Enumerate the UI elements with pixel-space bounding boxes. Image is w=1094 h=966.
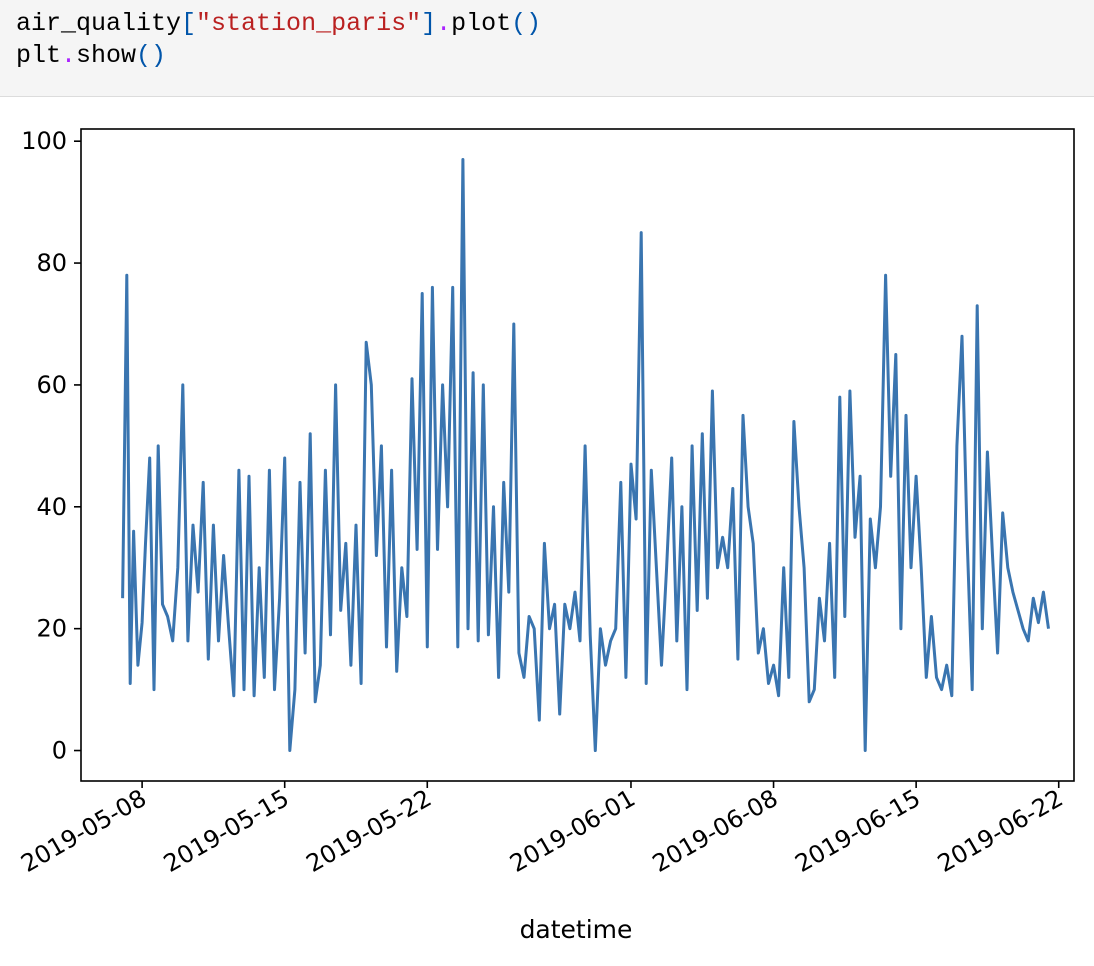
code-line-1: air_quality["station_paris"].plot() (16, 8, 1094, 40)
series-line-0 (121, 158, 1050, 752)
x-tick-label: 2019-05-08 (16, 784, 151, 878)
code-token-dot: . (61, 41, 77, 70)
code-cell[interactable]: air_quality["station_paris"].plot() plt.… (0, 0, 1094, 97)
y-tick-label: 80 (36, 249, 67, 277)
line-chart: 0 20 40 60 80 100 2019-05-08 2019-05-15 2019-05-… (16, 127, 1075, 944)
y-tick-label: 100 (21, 127, 67, 155)
y-tick-label: 40 (36, 493, 67, 521)
code-token-method: plot (451, 9, 512, 38)
code-token-dot: . (436, 9, 452, 38)
x-tick-label: 2019-05-22 (301, 784, 436, 878)
output-area: 0 20 40 60 80 100 2019-05-08 2019-05-15 2019-05-… (0, 98, 1094, 966)
x-tick-label: 2019-06-22 (933, 784, 1068, 878)
x-tick-label: 2019-06-01 (505, 784, 640, 878)
x-tick-label: 2019-06-15 (790, 784, 925, 878)
code-token-close-bracket: ] (421, 9, 437, 38)
x-axis-label: datetime (520, 915, 633, 944)
code-token-parens: () (136, 41, 167, 70)
code-token-object: plt (16, 41, 62, 70)
code-line-2: plt.show() (16, 40, 1094, 72)
code-token-open-bracket: [ (181, 9, 197, 38)
plot-area: 0 20 40 60 80 100 2019-05-08 2019-05-15 2019-05-… (16, 127, 1075, 878)
code-token-object: air_quality (16, 9, 182, 38)
y-tick-label: 20 (36, 615, 67, 643)
x-tick-label: 2019-06-08 (648, 784, 783, 878)
code-token-string: "station_paris" (196, 9, 422, 38)
y-tick-label: 60 (36, 371, 67, 399)
code-token-parens: () (511, 9, 542, 38)
code-token-method: show (76, 41, 137, 70)
x-tick-label: 2019-05-15 (159, 784, 294, 878)
plot-frame (80, 128, 1075, 782)
y-tick-label: 0 (52, 737, 67, 765)
